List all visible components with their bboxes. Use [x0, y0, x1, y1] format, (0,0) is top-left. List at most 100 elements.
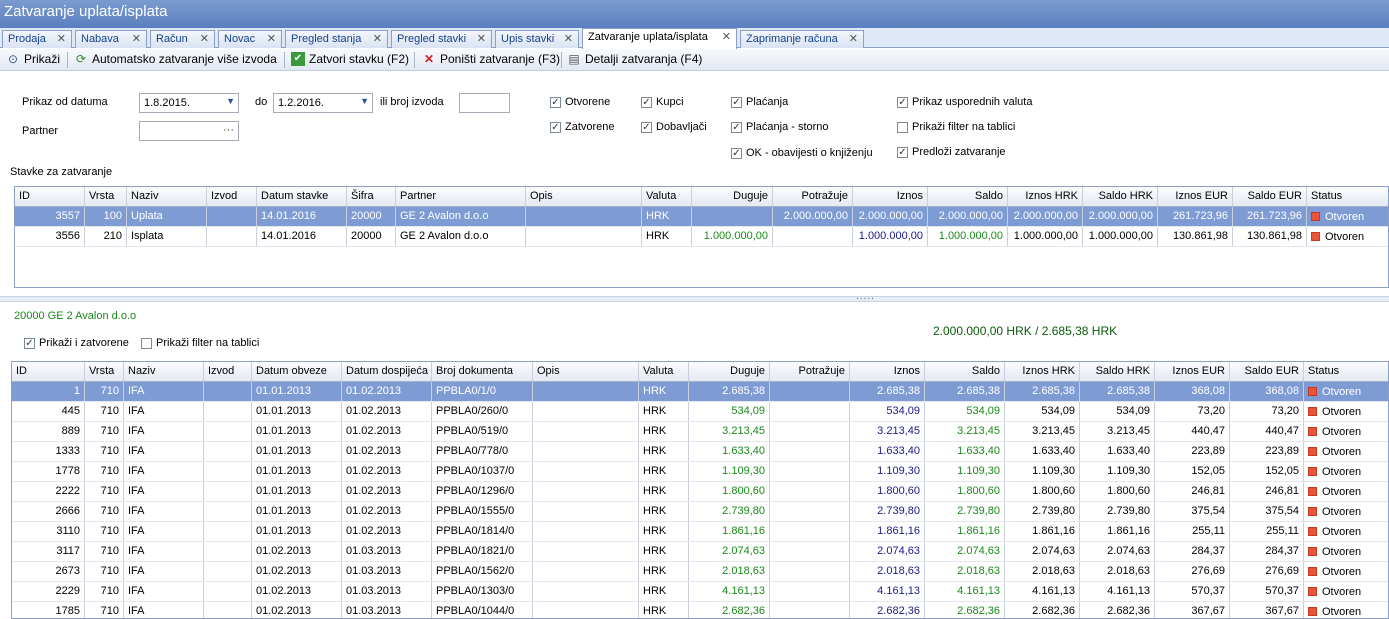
cell-vrsta[interactable]: 710: [85, 542, 124, 561]
cell-status[interactable]: Otvoren: [1304, 422, 1388, 441]
cell-status[interactable]: Otvoren: [1304, 462, 1388, 481]
table-row[interactable]: 2222 710 IFA 01.01.2013 01.02.2013 PPBLA0/129…: [12, 482, 1388, 502]
cell-vrsta[interactable]: 710: [85, 482, 124, 501]
cell-iznos-eur[interactable]: 440,47: [1155, 422, 1230, 441]
cell-datum1[interactable]: 01.01.2013: [252, 482, 342, 501]
cell-naziv[interactable]: IFA: [124, 482, 204, 501]
cell-saldo-hrk[interactable]: 1.800,60: [1080, 482, 1155, 501]
cell-opis[interactable]: [533, 462, 639, 481]
cell-saldo-eur[interactable]: 246,81: [1230, 482, 1304, 501]
cell-status[interactable]: Otvoren: [1304, 382, 1388, 401]
cell-naziv[interactable]: IFA: [124, 522, 204, 541]
cell-sifra[interactable]: 20000: [347, 227, 396, 246]
cell-valuta[interactable]: HRK: [639, 602, 689, 618]
cell-iznos[interactable]: 1.800,60: [850, 482, 925, 501]
column-header-iznos-hrk[interactable]: Iznos HRK: [1005, 362, 1080, 381]
cell-izvod[interactable]: [204, 442, 252, 461]
auto-close-button[interactable]: ⟳ Automatsko zatvaranje više izvoda: [74, 52, 277, 66]
cell-potrazuje[interactable]: 2.000.000,00: [773, 207, 853, 226]
cell-saldo-hrk[interactable]: 3.213,45: [1080, 422, 1155, 441]
tab-pregled-stavki[interactable]: Pregled stavki ✕: [391, 30, 492, 48]
cell-iznos-eur[interactable]: 223,89: [1155, 442, 1230, 461]
cell-saldo-eur[interactable]: 570,37: [1230, 582, 1304, 601]
cell-saldo-eur[interactable]: 276,69: [1230, 562, 1304, 581]
cell-id[interactable]: 2229: [12, 582, 85, 601]
cell-duguje[interactable]: 1.800,60: [689, 482, 770, 501]
cell-naziv[interactable]: IFA: [124, 582, 204, 601]
cell-iznos-eur[interactable]: 375,54: [1155, 502, 1230, 521]
cell-id[interactable]: 445: [12, 402, 85, 421]
cell-saldo[interactable]: 1.109,30: [925, 462, 1005, 481]
show-closed-checkbox[interactable]: ✓ Prikaži i zatvorene: [24, 337, 129, 349]
column-header-status[interactable]: Status: [1304, 362, 1388, 381]
close-icon[interactable]: ✕: [200, 32, 209, 45]
column-header-sifra[interactable]: Šifra: [347, 187, 396, 206]
cell-iznos[interactable]: 2.682,36: [850, 602, 925, 618]
cell-datum2[interactable]: 01.02.2013: [342, 522, 432, 541]
cell-izvod[interactable]: [204, 522, 252, 541]
cell-iznos-eur[interactable]: 367,67: [1155, 602, 1230, 618]
cell-status[interactable]: Otvoren: [1307, 207, 1388, 226]
cell-broj-dokumenta[interactable]: PPBLA0/1037/0: [432, 462, 533, 481]
cell-valuta[interactable]: HRK: [639, 562, 689, 581]
cell-potrazuje[interactable]: [770, 402, 850, 421]
cell-iznos[interactable]: 2.000.000,00: [853, 207, 928, 226]
cell-datum1[interactable]: 01.01.2013: [252, 422, 342, 441]
column-header-vrsta[interactable]: Vrsta: [85, 187, 127, 206]
column-header-broj-dokumenta[interactable]: Broj dokumenta: [432, 362, 533, 381]
cell-izvod[interactable]: [204, 462, 252, 481]
column-header-id[interactable]: ID: [15, 187, 85, 206]
cell-status[interactable]: Otvoren: [1304, 482, 1388, 501]
cell-opis[interactable]: [533, 442, 639, 461]
cell-saldo-hrk[interactable]: 4.161,13: [1080, 582, 1155, 601]
dropdown-arrow-icon[interactable]: ▼: [360, 96, 369, 106]
cell-datum1[interactable]: 01.02.2013: [252, 582, 342, 601]
cell-izvod[interactable]: [204, 602, 252, 618]
cell-partner[interactable]: GE 2 Avalon d.o.o: [396, 207, 526, 226]
column-header-iznos-hrk[interactable]: Iznos HRK: [1008, 187, 1083, 206]
cell-status[interactable]: Otvoren: [1304, 542, 1388, 561]
cell-iznos-hrk[interactable]: 1.000.000,00: [1008, 227, 1083, 246]
tab-racun[interactable]: Račun ✕: [150, 30, 215, 48]
cell-izvod[interactable]: [204, 382, 252, 401]
cell-iznos-hrk[interactable]: 3.213,45: [1005, 422, 1080, 441]
column-header-duguje[interactable]: Duguje: [692, 187, 773, 206]
column-header-datum-dospijeca[interactable]: Datum dospijeća: [342, 362, 432, 381]
cell-id[interactable]: 1333: [12, 442, 85, 461]
cell-iznos[interactable]: 1.633,40: [850, 442, 925, 461]
tab-upis-stavki[interactable]: Upis stavki ✕: [495, 30, 579, 48]
cell-datum1[interactable]: 01.01.2013: [252, 522, 342, 541]
cell-iznos-hrk[interactable]: 1.800,60: [1005, 482, 1080, 501]
cell-datum2[interactable]: 01.02.2013: [342, 442, 432, 461]
cell-opis[interactable]: [533, 542, 639, 561]
cell-duguje[interactable]: 2.074,63: [689, 542, 770, 561]
cell-vrsta[interactable]: 710: [85, 582, 124, 601]
cell-status[interactable]: Otvoren: [1304, 522, 1388, 541]
checkbox-checked-icon[interactable]: ✓: [550, 96, 561, 108]
cell-saldo[interactable]: 2.000.000,00: [928, 207, 1008, 226]
cell-izvod[interactable]: [204, 422, 252, 441]
cell-izvod[interactable]: [207, 227, 257, 246]
cell-saldo[interactable]: 1.000.000,00: [928, 227, 1008, 246]
cell-potrazuje[interactable]: [770, 442, 850, 461]
table-row[interactable]: 2229 710 IFA 01.02.2013 01.03.2013 PPBLA0/130…: [12, 582, 1388, 602]
cell-izvod[interactable]: [207, 207, 257, 226]
cell-datum1[interactable]: 01.01.2013: [252, 402, 342, 421]
close-icon[interactable]: ✕: [722, 30, 731, 43]
cell-saldo-hrk[interactable]: 2.000.000,00: [1083, 207, 1158, 226]
cell-naziv[interactable]: Isplata: [127, 227, 207, 246]
cell-izvod[interactable]: [204, 502, 252, 521]
cell-iznos-hrk[interactable]: 2.739,80: [1005, 502, 1080, 521]
cell-iznos-eur[interactable]: 368,08: [1155, 382, 1230, 401]
cell-id[interactable]: 1: [12, 382, 85, 401]
close-icon[interactable]: ✕: [267, 32, 276, 45]
cell-saldo[interactable]: 3.213,45: [925, 422, 1005, 441]
cell-iznos-hrk[interactable]: 1.633,40: [1005, 442, 1080, 461]
column-header-iznos[interactable]: Iznos: [853, 187, 928, 206]
cell-duguje[interactable]: 2.682,36: [689, 602, 770, 618]
cell-saldo[interactable]: 1.633,40: [925, 442, 1005, 461]
usporedne-valute-checkbox[interactable]: ✓ Prikaz usporednih valuta: [897, 96, 1032, 108]
cell-izvod[interactable]: [204, 542, 252, 561]
cell-broj-dokumenta[interactable]: PPBLA0/519/0: [432, 422, 533, 441]
checkbox-checked-icon[interactable]: ✓: [897, 146, 908, 158]
